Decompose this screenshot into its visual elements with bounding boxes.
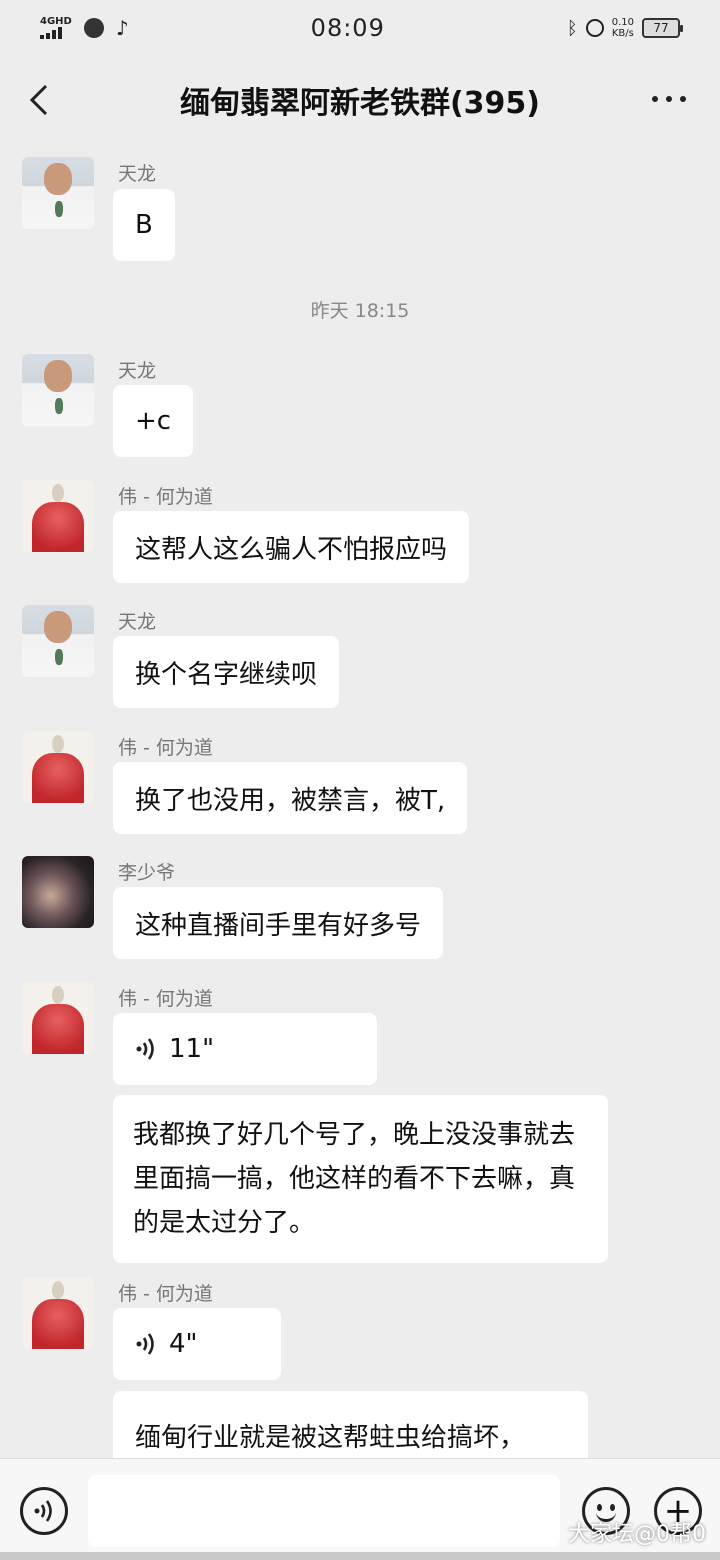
bluetooth-icon: ᛒ: [566, 17, 578, 39]
status-left: 4GHD ♪: [40, 16, 129, 40]
voice-wave-icon: [34, 1500, 52, 1522]
status-right: ᛒ 0.10 KB/s 77: [566, 17, 683, 39]
voice-input-button[interactable]: [20, 1487, 68, 1535]
avatar[interactable]: [22, 480, 94, 552]
battery-level: 77: [653, 21, 669, 35]
battery-icon: 77: [641, 18, 683, 38]
voice-duration: 11": [169, 1034, 215, 1064]
status-time: 08:09: [310, 14, 385, 42]
net-speed: 0.10 KB/s: [612, 17, 634, 39]
message-bubble[interactable]: +c: [113, 385, 194, 457]
message-bubble[interactable]: 这帮人这么骗人不怕报应吗: [113, 511, 470, 583]
voice-message-bubble[interactable]: 11": [113, 1013, 377, 1085]
avatar[interactable]: [22, 157, 94, 229]
voice-wave-icon: [136, 1333, 154, 1355]
voice-duration: 4": [169, 1329, 198, 1359]
message-input[interactable]: [88, 1475, 560, 1547]
alarm-icon: [585, 19, 604, 37]
message-bubble[interactable]: 这种直播间手里有好多号: [113, 887, 444, 959]
tiktok-icon: ♪: [115, 16, 129, 40]
sender-name: 天龙: [118, 163, 157, 185]
network-type: 4GHD: [40, 16, 72, 27]
message-bubble[interactable]: 换个名字继续呗: [113, 636, 340, 708]
avatar[interactable]: [22, 982, 94, 1054]
sender-name: 李少爷: [118, 862, 176, 884]
net-speed-value: 0.10: [611, 17, 634, 28]
signal-icon: 4GHD: [40, 17, 72, 39]
avatar[interactable]: [22, 1277, 94, 1349]
title-bar: 缅甸翡翠阿新老铁群(395): [0, 56, 720, 144]
sender-name: 伟 - 何为道: [118, 1283, 213, 1305]
avatar[interactable]: [22, 856, 94, 928]
voice-message-bubble[interactable]: 4": [113, 1308, 281, 1380]
sender-name: 天龙: [118, 611, 157, 633]
sender-name: 天龙: [118, 360, 157, 382]
chat-title: 缅甸翡翠阿新老铁群(395): [179, 86, 541, 121]
sender-name: 伟 - 何为道: [118, 737, 213, 759]
net-speed-unit: KB/s: [611, 28, 634, 39]
message-bubble[interactable]: 换了也没用，被禁言，被T,: [113, 762, 468, 834]
timestamp: 昨天 18:15: [310, 300, 410, 322]
bottom-strip: [0, 1552, 720, 1560]
watermark: 大家坛@0帮0: [568, 1522, 706, 1547]
voice-wave-icon: [136, 1038, 154, 1060]
message-bubble[interactable]: B: [113, 189, 175, 261]
status-bar: 4GHD ♪ 08:09 ᛒ 0.10 KB/s 77: [0, 0, 720, 56]
sender-name: 伟 - 何为道: [118, 486, 213, 508]
avatar[interactable]: [22, 354, 94, 426]
app-notification-icon: [83, 18, 104, 38]
more-icon[interactable]: [652, 96, 686, 102]
message-bubble[interactable]: 我都换了好几个号了，晚上没没事就去里面搞一搞，他这样的看不下去嘛，真的是太过分了…: [113, 1095, 608, 1263]
avatar[interactable]: [22, 731, 94, 803]
avatar[interactable]: [22, 605, 94, 677]
sender-name: 伟 - 何为道: [118, 988, 213, 1010]
back-arrow-icon[interactable]: [26, 84, 54, 116]
